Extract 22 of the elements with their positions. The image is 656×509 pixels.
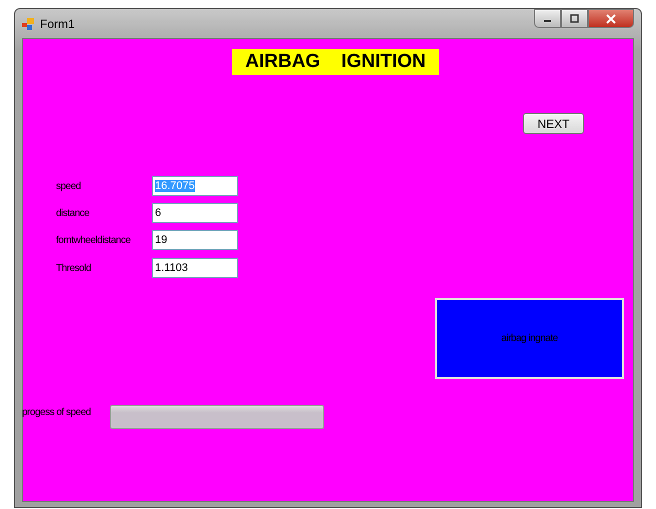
close-icon — [606, 14, 616, 24]
field-label: Thresold — [56, 263, 91, 274]
next-button[interactable]: NEXT — [523, 113, 584, 134]
field-value: 6 — [155, 207, 162, 219]
heading-label: AIRBAG IGNITION — [232, 49, 439, 75]
progress-label: progess of speed — [22, 407, 91, 418]
field-label: speed — [56, 181, 81, 192]
close-button[interactable] — [588, 9, 634, 28]
minimize-button[interactable] — [534, 9, 561, 28]
text-field[interactable]: 19 — [152, 230, 238, 250]
maximize-icon — [570, 14, 579, 23]
text-field[interactable]: 6 — [152, 203, 238, 223]
field-value: 19 — [155, 234, 168, 246]
panel-text: airbag ingnate — [501, 333, 558, 344]
field-value: 16.7075 — [155, 180, 195, 192]
text-field[interactable]: 1.1103 — [152, 258, 238, 278]
window-title: Form1 — [40, 16, 75, 30]
maximize-button[interactable] — [561, 9, 588, 28]
field-label: distance — [56, 208, 90, 219]
field-value: 1.1103 — [155, 262, 188, 274]
field-label: forntwheeldistance — [56, 235, 130, 246]
form-icon — [22, 18, 34, 30]
